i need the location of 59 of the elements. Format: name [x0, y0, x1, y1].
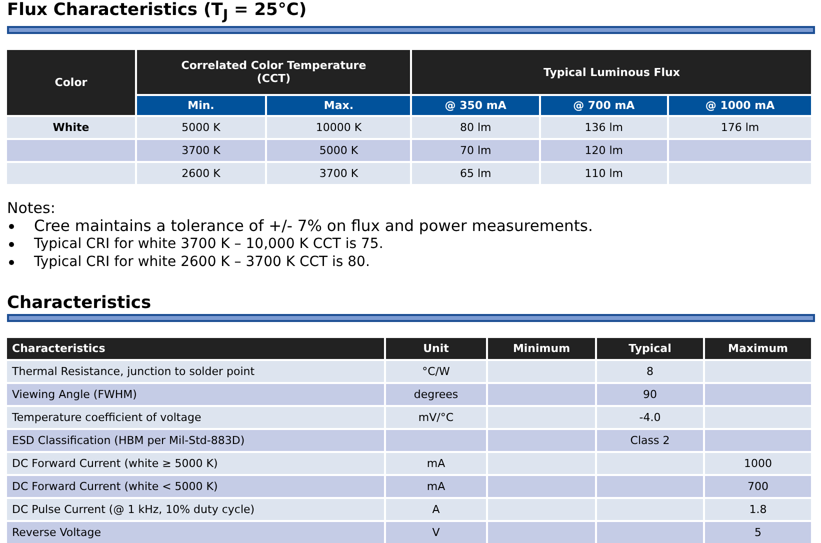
table-cell: ESD Classification (HBM per Mil-Std-883D)	[7, 430, 384, 452]
column-header: Color	[7, 50, 135, 116]
table-cell: 5	[705, 522, 811, 543]
table-cell: A	[386, 499, 486, 520]
column-header: Typical	[597, 338, 703, 360]
table-cell: °C/W	[386, 361, 486, 382]
table-cell: 110 lm	[540, 163, 668, 184]
table-cell: Viewing Angle (FWHM)	[7, 384, 384, 406]
column-header: Min.	[137, 96, 265, 116]
bullet-icon	[9, 242, 14, 247]
column-header: @ 350 mA	[412, 96, 539, 116]
table-cell: White	[7, 117, 135, 138]
table-cell: 120 lm	[540, 140, 668, 162]
table-cell: 8	[597, 361, 703, 382]
table-cell: Thermal Resistance, junction to solder point	[7, 361, 384, 382]
column-header: Minimum	[488, 338, 595, 360]
table-cell: 10000 K	[267, 117, 410, 138]
note-text: Cree maintains a tolerance of +/- 7% on flux and power measurements.	[34, 217, 593, 236]
table-cell: DC Forward Current (white < 5000 K)	[7, 476, 384, 498]
column-header: Max.	[267, 96, 410, 116]
table-cell: Class 2	[597, 430, 703, 452]
table-cell: DC Pulse Current (@ 1 kHz, 10% duty cycle)	[7, 499, 384, 520]
table-cell: degrees	[386, 384, 486, 406]
table-cell: Temperature coefficient of voltage	[7, 407, 384, 428]
column-group-header: Correlated Color Temperature (CCT)	[137, 50, 410, 94]
table-cell: 2600 K	[137, 163, 265, 184]
table-cell: 136 lm	[540, 117, 668, 138]
table-cell: V	[386, 522, 486, 543]
bullet-icon	[9, 260, 14, 265]
table-cell: mV/°C	[386, 407, 486, 428]
note-text: Typical CRI for white 3700 K – 10,000 K CCT is 75.	[34, 235, 384, 254]
column-header: Maximum	[705, 338, 811, 360]
table-cell: Reverse Voltage	[7, 522, 384, 543]
table-cell: 70 lm	[412, 140, 539, 162]
column-header: @ 1000 mA	[669, 96, 811, 116]
table-cell: 3700 K	[267, 163, 410, 184]
bullet-icon	[9, 224, 14, 229]
table-cell: 3700 K	[137, 140, 265, 162]
table-cell: DC Forward Current (white ≥ 5000 K)	[7, 453, 384, 474]
section-heading: Characteristics	[7, 293, 152, 314]
column-group-header: Typical Luminous Flux	[412, 50, 811, 94]
note-text: Typical CRI for white 2600 K – 3700 K CCT is 80.	[34, 253, 370, 272]
column-header: Unit	[386, 338, 486, 360]
table-cell: 80 lm	[412, 117, 539, 138]
table-cell: 5000 K	[267, 140, 410, 162]
table-cell: 700	[705, 476, 811, 498]
section-heading: Flux Characteristics (T$_{J}$ = 25°C)	[7, 0, 308, 26]
table-cell: mA	[386, 476, 486, 498]
table-cell: -4.0	[597, 407, 703, 428]
table-cell: mA	[386, 453, 486, 474]
table-cell: 65 lm	[412, 163, 539, 184]
column-header: Characteristics	[7, 338, 384, 360]
column-header: @ 700 mA	[540, 96, 668, 116]
notes-title: Notes:	[7, 199, 56, 218]
table-cell: 1.8	[705, 499, 811, 520]
table-cell: 5000 K	[137, 117, 265, 138]
table-cell: 176 lm	[669, 117, 811, 138]
table-cell: 1000	[705, 453, 811, 474]
table-cell: 90	[597, 384, 703, 406]
